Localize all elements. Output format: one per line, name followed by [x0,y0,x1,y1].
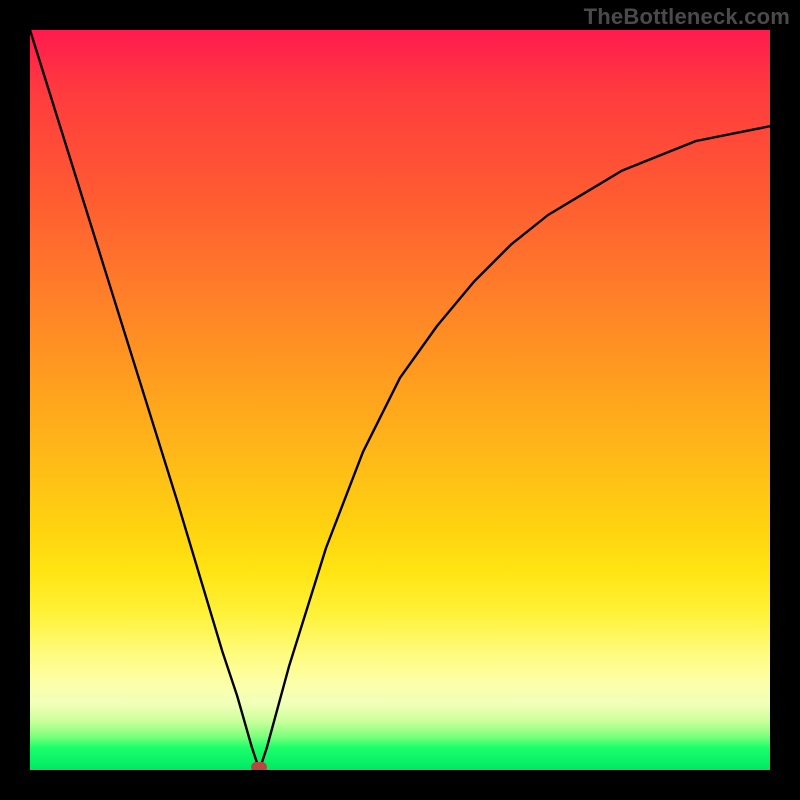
curve-path [30,30,770,770]
dip-marker [251,762,267,770]
chart-frame: TheBottleneck.com [0,0,800,800]
plot-area [30,30,770,770]
bottleneck-curve [30,30,770,770]
watermark-text: TheBottleneck.com [584,4,790,30]
